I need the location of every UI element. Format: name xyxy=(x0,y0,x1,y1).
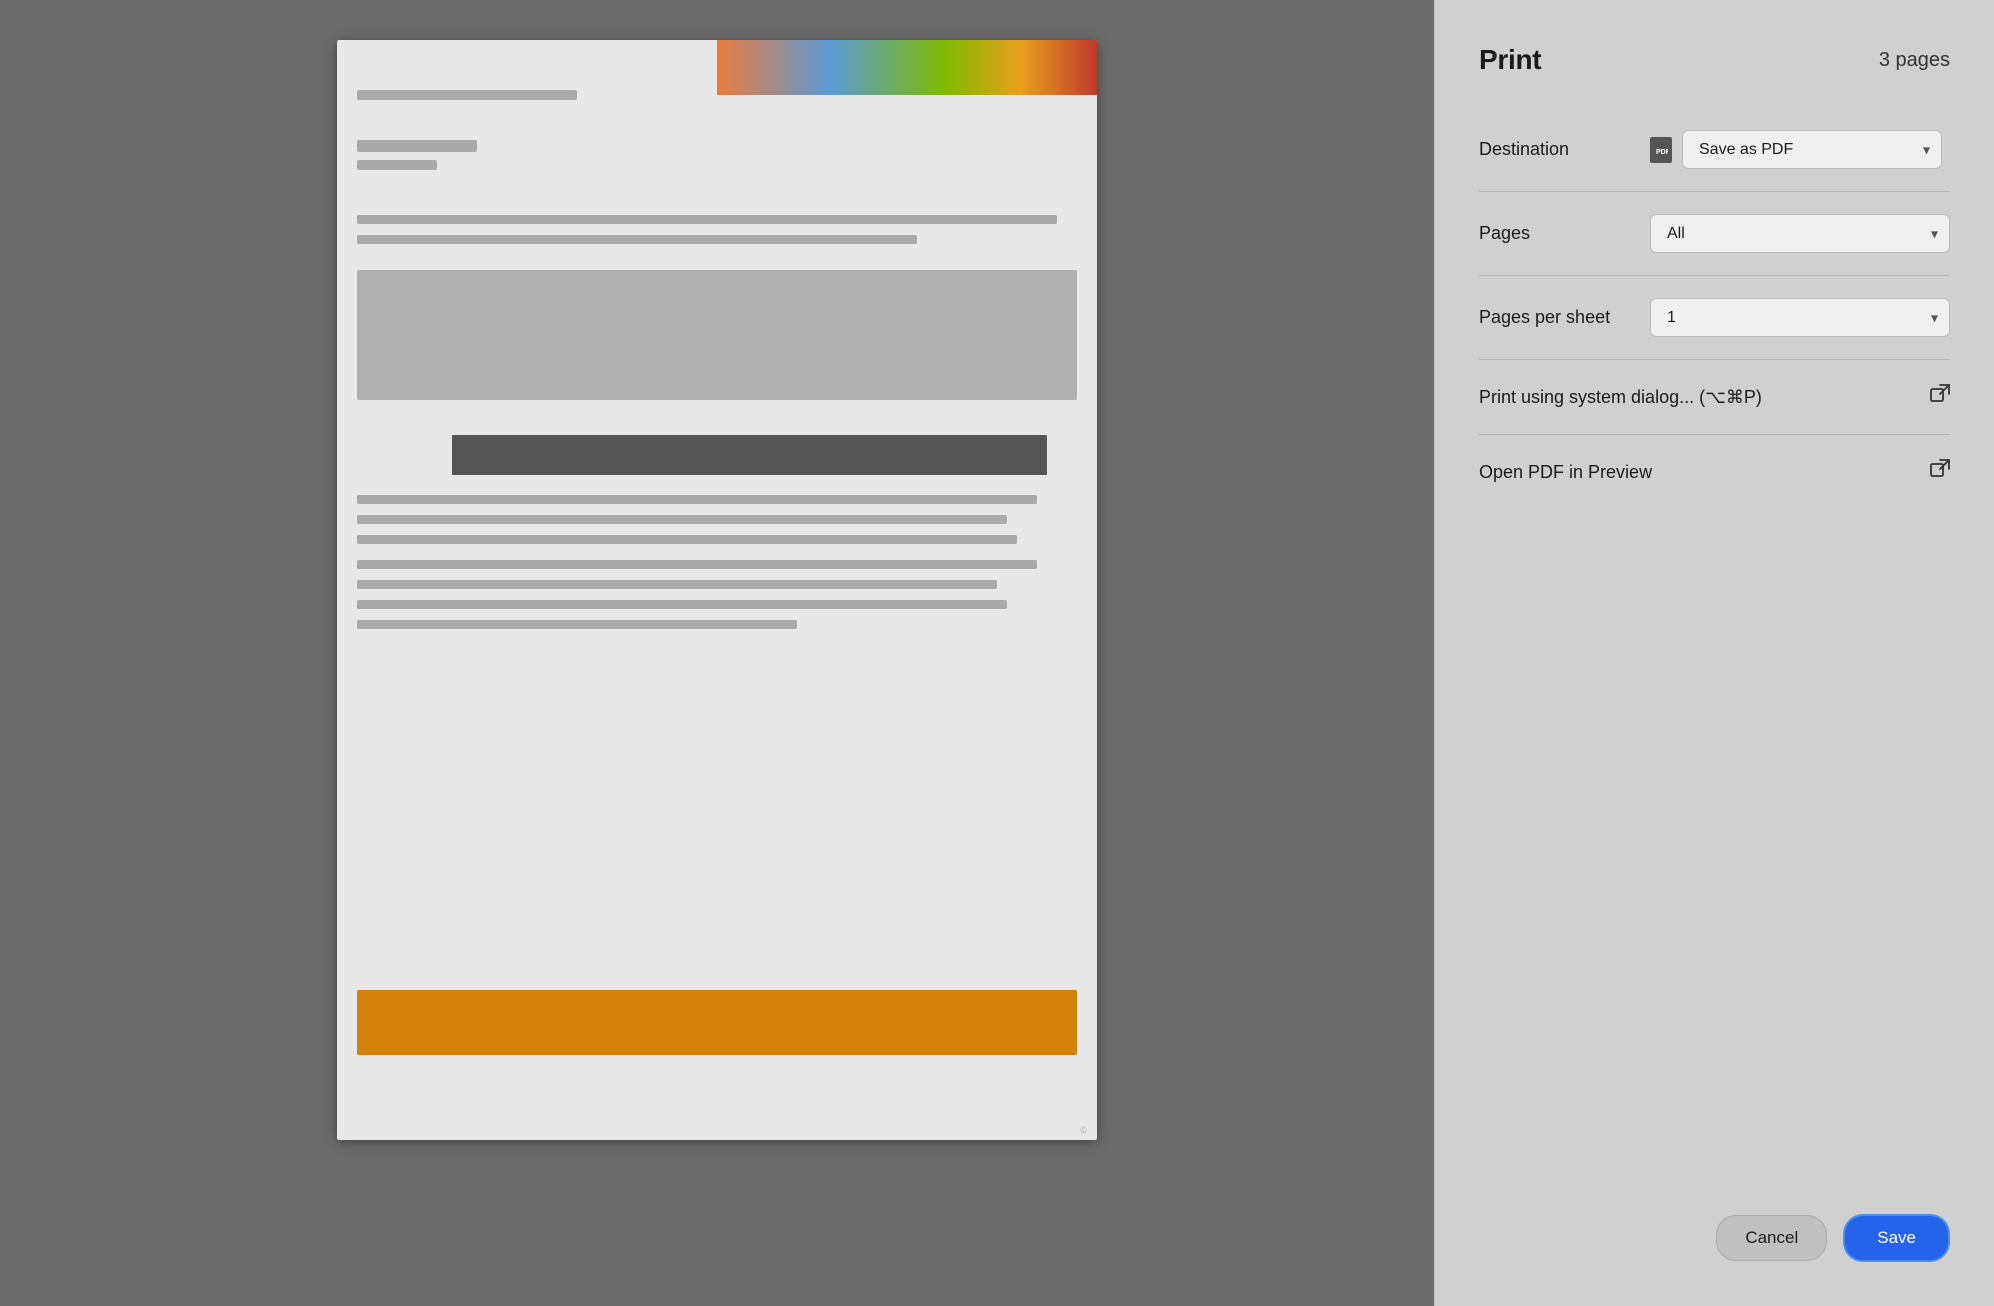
panel-body: Destination PDF Save as PDF Microsoft Pr… xyxy=(1435,108,1994,1186)
redacted-line xyxy=(357,495,1037,504)
destination-label: Destination xyxy=(1479,139,1569,160)
pages-select-wrapper[interactable]: All Custom Odd pages only Even pages onl… xyxy=(1650,214,1950,253)
redacted-line xyxy=(357,580,997,589)
redacted-line xyxy=(357,620,797,629)
highlight-bar xyxy=(452,435,1047,475)
redacted-line xyxy=(357,235,917,244)
redacted-line xyxy=(357,535,1017,544)
pdf-icon: PDF xyxy=(1650,137,1672,163)
preview-orange-bar xyxy=(357,990,1077,1055)
redacted-block xyxy=(357,270,1077,400)
pages-per-sheet-label: Pages per sheet xyxy=(1479,307,1610,328)
redacted-line xyxy=(357,560,1037,569)
save-button[interactable]: Save xyxy=(1843,1214,1950,1262)
pages-per-sheet-row: Pages per sheet 1 2 4 6 9 16 ▾ xyxy=(1479,276,1950,360)
print-panel: Print 3 pages Destination PDF Save as PD… xyxy=(1434,0,1994,1306)
panel-footer: Cancel Save xyxy=(1435,1186,1994,1306)
open-pdf-row[interactable]: Open PDF in Preview xyxy=(1479,435,1950,509)
system-dialog-external-icon xyxy=(1930,384,1950,410)
open-pdf-external-icon xyxy=(1930,459,1950,485)
redacted-line xyxy=(357,160,437,170)
pages-select[interactable]: All Custom Odd pages only Even pages onl… xyxy=(1650,214,1950,253)
redacted-line xyxy=(357,600,1007,609)
pages-per-sheet-select-wrapper[interactable]: 1 2 4 6 9 16 ▾ xyxy=(1650,298,1950,337)
svg-text:PDF: PDF xyxy=(1656,149,1668,156)
destination-select-wrapper[interactable]: PDF Save as PDF Microsoft Print to PDF ▾ xyxy=(1650,130,1950,169)
system-dialog-row[interactable]: Print using system dialog... (⌥⌘P) xyxy=(1479,360,1950,435)
pages-row: Pages All Custom Odd pages only Even pag… xyxy=(1479,192,1950,276)
pages-per-sheet-select[interactable]: 1 2 4 6 9 16 xyxy=(1650,298,1950,337)
redacted-line xyxy=(357,90,577,100)
destination-row: Destination PDF Save as PDF Microsoft Pr… xyxy=(1479,108,1950,192)
redacted-line xyxy=(357,140,477,152)
panel-header: Print 3 pages xyxy=(1435,0,1994,108)
panel-title: Print xyxy=(1479,44,1541,76)
watermark: © xyxy=(1080,1125,1087,1135)
preview-header-image xyxy=(717,40,1097,95)
system-dialog-label: Print using system dialog... (⌥⌘P) xyxy=(1479,387,1762,408)
redacted-line xyxy=(357,215,1057,224)
destination-select[interactable]: Save as PDF Microsoft Print to PDF xyxy=(1682,130,1942,169)
page-preview: © xyxy=(337,40,1097,1140)
open-pdf-label: Open PDF in Preview xyxy=(1479,462,1652,483)
page-count: 3 pages xyxy=(1879,49,1950,72)
preview-area: © xyxy=(0,0,1434,1306)
redacted-line xyxy=(357,515,1007,524)
cancel-button[interactable]: Cancel xyxy=(1716,1215,1827,1261)
pages-label: Pages xyxy=(1479,223,1530,244)
